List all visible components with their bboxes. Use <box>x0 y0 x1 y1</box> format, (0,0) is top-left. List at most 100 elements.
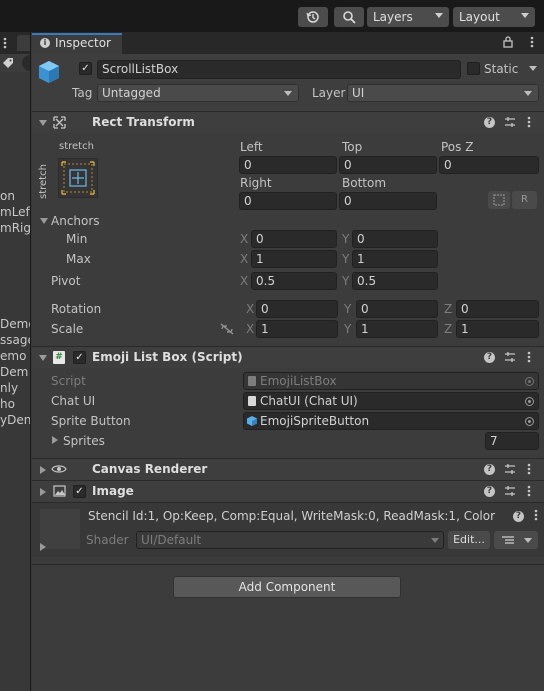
y-label: Y <box>342 274 350 288</box>
image-header[interactable]: ✓ Image ? <box>32 480 544 502</box>
scale-z-field[interactable]: 1 <box>456 320 539 338</box>
kebab-icon[interactable] <box>534 509 538 521</box>
preset-sliders-icon[interactable] <box>504 485 516 497</box>
search-button[interactable] <box>334 7 364 27</box>
material-panel: Stencil Id:1, Op:Keep, Comp:Equal, Write… <box>32 502 544 557</box>
hierarchy-item[interactable]: emo <box>0 349 26 363</box>
preset-sliders-icon[interactable] <box>504 351 516 363</box>
static-checkbox[interactable] <box>467 62 480 75</box>
sprites-foldout-icon[interactable] <box>52 436 58 444</box>
rotation-x-field[interactable]: 0 <box>256 300 338 318</box>
material-foldout-icon[interactable] <box>40 543 46 551</box>
layers-dropdown[interactable]: Layers <box>367 7 449 27</box>
rotation-z-field[interactable]: 0 <box>456 300 539 318</box>
raw-edit-button[interactable]: R <box>512 191 537 209</box>
tab-inspector[interactable]: i Inspector <box>32 33 122 54</box>
y-label: Y <box>342 252 350 266</box>
object-picker-icon[interactable] <box>525 417 534 426</box>
hierarchy-item[interactable]: ho <box>0 397 15 411</box>
help-icon[interactable]: ? <box>513 511 524 522</box>
object-name-field[interactable]: ScrollListBox <box>97 60 461 79</box>
preset-sliders-icon[interactable] <box>504 116 516 128</box>
canvas-renderer-header[interactable]: Canvas Renderer ? <box>32 458 544 480</box>
anchor-min-y-field[interactable]: 0 <box>352 230 438 248</box>
active-checkbox[interactable]: ✓ <box>79 62 92 75</box>
anchor-min-x-field[interactable]: 0 <box>251 230 337 248</box>
scene-tab[interactable] <box>17 35 31 51</box>
sprites-count-field[interactable]: 7 <box>485 432 539 450</box>
anchors-foldout-icon[interactable] <box>40 218 48 224</box>
hierarchy-item[interactable]: on <box>0 189 15 203</box>
anchors-label[interactable]: Anchors <box>51 214 100 228</box>
kebab-icon[interactable] <box>527 463 531 475</box>
foldout-icon[interactable] <box>40 466 46 474</box>
kebab-icon[interactable] <box>527 485 531 497</box>
tag-dropdown[interactable]: Untagged <box>97 84 299 102</box>
hierarchy-item[interactable]: nly <box>0 381 18 395</box>
info-icon: i <box>40 38 50 48</box>
right-field[interactable]: 0 <box>239 192 337 210</box>
tag-icon[interactable] <box>2 57 14 69</box>
layer-dropdown[interactable]: UI <box>347 84 539 102</box>
constrain-proportions-icon[interactable] <box>220 323 234 335</box>
emoji-list-box-header[interactable]: # ✓ Emoji List Box (Script) ? <box>32 346 544 368</box>
sprites-label[interactable]: Sprites <box>63 434 105 448</box>
hierarchy-item[interactable]: Demo <box>0 317 31 331</box>
scale-x-field[interactable]: 1 <box>256 320 338 338</box>
panel-divider[interactable] <box>30 32 31 691</box>
enabled-checkbox[interactable]: ✓ <box>73 485 86 498</box>
edit-shader-button[interactable]: Edit... <box>448 531 490 549</box>
scale-y-field[interactable]: 1 <box>356 320 438 338</box>
rect-transform-header[interactable]: Rect Transform ? <box>32 111 544 133</box>
object-picker-icon[interactable] <box>525 397 534 406</box>
kebab-icon[interactable] <box>2 37 8 49</box>
left-field[interactable]: 0 <box>239 156 337 174</box>
sprite-button-field[interactable]: EmojiSpriteButton <box>243 412 539 430</box>
chat-ui-field[interactable]: ChatUI (Chat UI) <box>243 392 539 410</box>
object-picker-icon <box>525 377 534 386</box>
component-title: Image <box>92 484 134 498</box>
static-dropdown-icon[interactable] <box>529 66 537 71</box>
eye-icon <box>51 465 67 473</box>
rotation-y-field[interactable]: 0 <box>356 300 438 318</box>
pivot-y-field[interactable]: 0.5 <box>352 272 438 290</box>
posz-field[interactable]: 0 <box>439 156 539 174</box>
hierarchy-item[interactable]: ssage <box>0 333 31 347</box>
add-component-button[interactable]: Add Component <box>173 576 401 598</box>
history-button[interactable] <box>298 7 328 27</box>
kebab-icon[interactable] <box>527 116 531 128</box>
hierarchy-item[interactable]: mLeft <box>0 205 31 219</box>
help-icon[interactable]: ? <box>484 117 495 128</box>
kebab-icon[interactable] <box>530 36 534 48</box>
foldout-icon[interactable] <box>39 120 47 126</box>
help-icon[interactable]: ? <box>484 352 495 363</box>
hierarchy-item[interactable]: Dem <box>0 365 28 379</box>
top-field[interactable]: 0 <box>339 156 437 174</box>
x-label: X <box>240 232 249 246</box>
hierarchy-item[interactable]: mRigh <box>0 221 31 235</box>
anchor-preset-button[interactable] <box>58 158 98 198</box>
shader-value: UI/Default <box>141 533 202 547</box>
pivot-x-field[interactable]: 0.5 <box>251 272 337 290</box>
blueprint-mode-button[interactable] <box>488 191 510 209</box>
anchor-max-y-field[interactable]: 1 <box>352 250 438 268</box>
enabled-checkbox[interactable]: ✓ <box>73 351 86 364</box>
tag-label: Tag <box>72 86 93 100</box>
layout-dropdown[interactable]: Layout <box>453 7 535 27</box>
history-icon <box>306 11 319 23</box>
kebab-icon[interactable] <box>527 351 531 363</box>
lock-icon[interactable] <box>503 36 513 48</box>
hierarchy-item[interactable]: yDen <box>0 413 31 427</box>
foldout-icon[interactable] <box>40 488 46 496</box>
script-value: EmojiListBox <box>260 374 337 388</box>
preset-sliders-icon[interactable] <box>504 463 516 475</box>
pivot-label: Pivot <box>51 274 81 288</box>
shader-options-button[interactable] <box>494 531 538 549</box>
foldout-icon[interactable] <box>39 355 47 361</box>
help-icon[interactable]: ? <box>484 464 495 475</box>
anchor-max-x-field[interactable]: 1 <box>251 250 337 268</box>
shader-dropdown[interactable]: UI/Default <box>136 531 444 549</box>
chevron-down-icon <box>521 13 529 18</box>
bottom-field[interactable]: 0 <box>339 192 437 210</box>
help-icon[interactable]: ? <box>484 486 495 497</box>
